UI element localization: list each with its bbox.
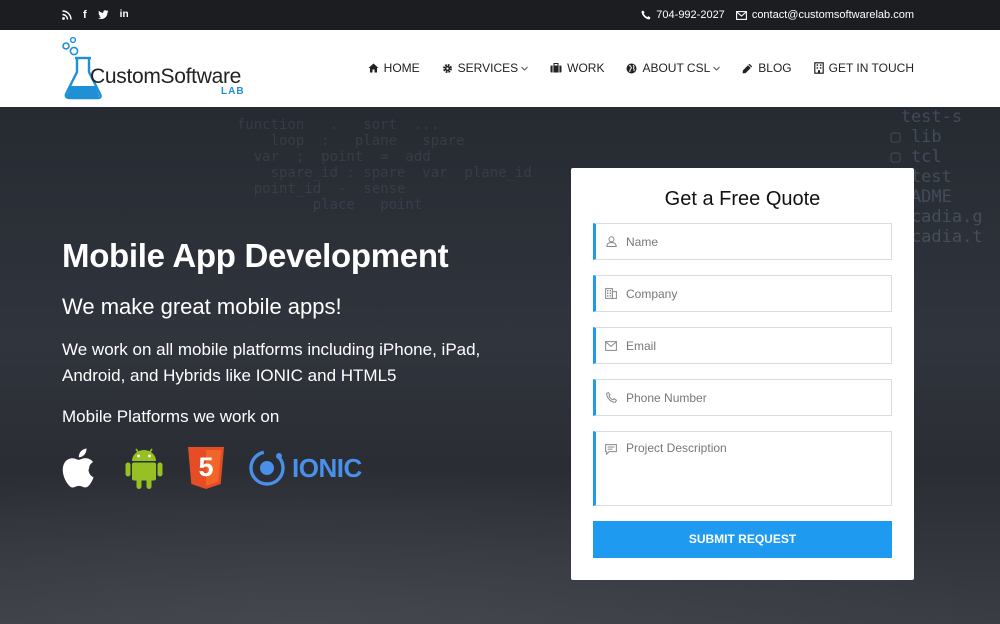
name-input[interactable]	[626, 224, 891, 259]
apple-icon	[62, 445, 102, 491]
logo-name: CustomSoftware	[90, 65, 242, 88]
nav-home[interactable]: HOME	[368, 61, 420, 75]
nav-get-in-touch-label: GET IN TOUCH	[828, 61, 914, 75]
twitter-icon[interactable]	[97, 10, 109, 20]
nav-home-label: HOME	[383, 61, 420, 75]
nav-services-label: SERVICES	[457, 61, 519, 75]
background-code-decoration: function . sort ... loop : plane spare v…	[236, 117, 532, 213]
envelope-icon	[596, 340, 626, 351]
pencil-icon	[742, 63, 753, 74]
logo[interactable]: CustomSoftware LAB	[60, 36, 260, 102]
android-icon	[124, 445, 164, 491]
globe-icon	[626, 63, 637, 74]
envelope-icon	[735, 10, 747, 20]
nav-work-label: WORK	[567, 61, 605, 75]
hero-title: Mobile App Development	[62, 237, 449, 274]
name-field[interactable]	[593, 223, 892, 260]
project-description-input[interactable]	[626, 432, 891, 505]
building-icon	[596, 288, 626, 299]
hero-description: We work on all mobile platforms includin…	[62, 340, 481, 385]
html5-mark: 5	[198, 452, 214, 482]
quote-form-title: Get a Free Quote	[664, 188, 821, 210]
linkedin-icon[interactable]: in	[120, 8, 129, 22]
briefcase-icon	[550, 63, 562, 73]
nav-blog-label: BLOG	[758, 61, 792, 75]
facebook-icon[interactable]: f	[83, 8, 87, 22]
phone-field[interactable]	[593, 379, 892, 416]
chevron-down-icon	[713, 66, 721, 71]
social-links: f in	[62, 8, 129, 22]
nav-work[interactable]: WORK	[550, 61, 604, 75]
user-icon	[596, 236, 626, 247]
nav-about-label: ABOUT CSL	[642, 61, 711, 75]
rss-icon[interactable]	[62, 10, 72, 20]
phone-icon	[641, 10, 651, 20]
company-input[interactable]	[626, 276, 891, 311]
html5-icon: 5	[186, 445, 226, 491]
email-field[interactable]	[593, 327, 892, 364]
platforms-label: Mobile Platforms we work on	[62, 407, 280, 426]
email-link[interactable]: contact@customsoftwarelab.com	[752, 8, 914, 22]
logo-sub: LAB	[221, 86, 245, 97]
ionic-word: IONIC	[292, 453, 362, 483]
project-description-field[interactable]	[593, 431, 892, 506]
nav-about[interactable]: ABOUT CSL	[626, 61, 721, 75]
hero-subtitle: We make great mobile apps!	[62, 294, 342, 319]
main-nav: HOME SERVICES WORK ABOUT CSL BLOG GET IN…	[368, 61, 914, 75]
ionic-logo: IONIC	[248, 449, 362, 487]
contact-info: 704-992-2027 contact@customsoftwarelab.c…	[641, 8, 914, 22]
nav-blog[interactable]: BLOG	[742, 61, 792, 75]
company-field[interactable]	[593, 275, 892, 312]
email-input[interactable]	[626, 328, 891, 363]
building-icon	[813, 62, 824, 74]
site-header: CustomSoftware LAB HOME SERVICES WORK AB…	[0, 30, 1000, 107]
top-bar: f in 704-992-2027 contact@customsoftware…	[0, 0, 1000, 30]
submit-request-button[interactable]: SUBMIT REQUEST	[593, 521, 892, 558]
nav-get-in-touch[interactable]: GET IN TOUCH	[813, 61, 914, 75]
phone-icon	[596, 392, 626, 403]
gear-icon	[442, 63, 453, 74]
chevron-down-icon	[521, 66, 528, 71]
platform-logos: 5 IONIC	[62, 445, 384, 491]
ionic-icon	[249, 450, 285, 486]
quote-form: Get a Free Quote SUBMIT REQUEST	[571, 168, 914, 580]
phone-number[interactable]: 704-992-2027	[656, 8, 725, 22]
phone-input[interactable]	[626, 380, 891, 415]
comment-icon	[596, 432, 626, 455]
nav-services[interactable]: SERVICES	[442, 61, 528, 75]
home-icon	[368, 63, 379, 73]
